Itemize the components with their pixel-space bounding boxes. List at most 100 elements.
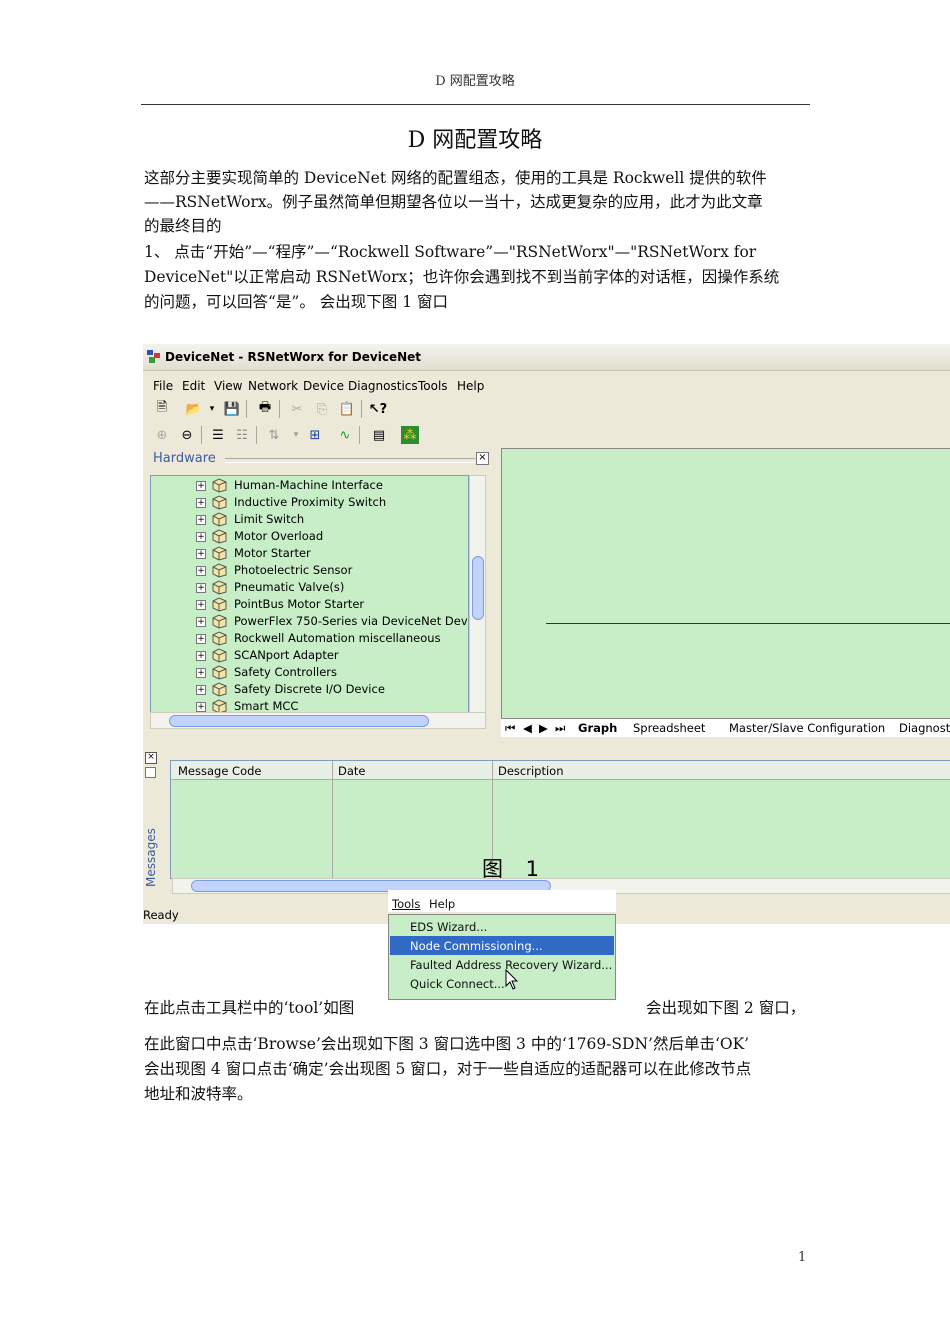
tree-item[interactable]: + Photoelectric Sensor	[196, 562, 468, 579]
save-icon[interactable]: 💾	[223, 400, 241, 418]
zoom-out-icon[interactable]: ⊖	[178, 426, 196, 444]
menu-tools[interactable]: Tools	[392, 897, 420, 911]
menu-bar: File Edit View Network Device Diagnostic…	[143, 374, 950, 396]
expand-icon[interactable]: +	[196, 702, 206, 712]
column-message-code[interactable]: Message Code	[178, 764, 262, 778]
tree-item[interactable]: + Human-Machine Interface	[196, 477, 468, 494]
properties-icon[interactable]: ▤	[370, 426, 388, 444]
device-category-icon	[212, 665, 227, 680]
expand-icon[interactable]: +	[196, 617, 206, 627]
expand-icon[interactable]: +	[196, 600, 206, 610]
header-rule	[141, 104, 810, 105]
device-category-icon	[212, 580, 227, 595]
column-description[interactable]: Description	[498, 764, 564, 778]
tab-master-slave[interactable]: Master/Slave Configuration	[729, 721, 885, 735]
last-page-icon[interactable]: ⏭	[555, 721, 565, 736]
tree-item[interactable]: + Limit Switch	[196, 511, 468, 528]
menu-edit[interactable]: Edit	[182, 379, 205, 393]
menu-help[interactable]: Help	[429, 897, 455, 911]
upload-download-icon[interactable]: ⇅	[265, 426, 283, 444]
tree-item[interactable]: + Rockwell Automation miscellaneous	[196, 630, 468, 647]
intro-line-1: 这部分主要实现简单的 DeviceNet 网络的配置组态，使用的工具是 Rock…	[144, 169, 767, 187]
first-page-icon[interactable]: ⏮	[505, 721, 515, 736]
step1-line-2: DeviceNet"以正常启动 RSNetWorx；也许你会遇到找不到当前字体的…	[144, 268, 780, 286]
tab-diagnostics[interactable]: Diagnosti	[899, 721, 950, 735]
tree-vertical-scrollbar[interactable]	[469, 475, 486, 714]
device-category-icon	[212, 495, 227, 510]
chevron-down-icon[interactable]: ▾	[287, 426, 305, 444]
tree-item[interactable]: + PowerFlex 750-Series via DeviceNet Devi…	[196, 613, 468, 630]
tree-item[interactable]: + Motor Overload	[196, 528, 468, 545]
copy-icon[interactable]: ⎘	[313, 400, 331, 418]
menu-file[interactable]: File	[153, 379, 173, 393]
browse-line-2: 会出现图 4 窗口点击‘确定’会出现图 5 窗口，对于一些自适应的适配器可以在此…	[144, 1060, 752, 1078]
tree-horizontal-scrollbar[interactable]	[150, 712, 486, 729]
restore-icon[interactable]	[145, 767, 156, 778]
hardware-panel: Hardware × + Human-Machine Interface + Indu…	[147, 448, 492, 734]
menu-item-node-commissioning[interactable]: Node Commissioning...	[390, 936, 614, 955]
tree-item[interactable]: + Safety Discrete I/O Device	[196, 681, 468, 698]
expand-icon[interactable]: +	[196, 668, 206, 678]
menu-item-eds-wizard[interactable]: EDS Wizard...	[390, 917, 614, 936]
expand-icon[interactable]: +	[196, 481, 206, 491]
expand-icon[interactable]: +	[196, 515, 206, 525]
window-title: DeviceNet - RSNetWorx for DeviceNet	[165, 350, 421, 364]
menu-diagnostics[interactable]: Diagnostics	[348, 379, 418, 393]
scroll-thumb[interactable]	[169, 715, 429, 727]
tree-item[interactable]: + Safety Controllers	[196, 664, 468, 681]
online-pulse-icon[interactable]: ∿	[336, 426, 354, 444]
close-icon[interactable]: ×	[145, 752, 157, 764]
device-category-icon	[212, 614, 227, 629]
tree-item[interactable]: + PointBus Motor Starter	[196, 596, 468, 613]
tab-graph[interactable]: Graph	[578, 721, 617, 735]
scroll-thumb[interactable]	[472, 556, 484, 620]
menu-item-faulted-address-recovery[interactable]: Faulted Address Recovery Wizard...	[390, 955, 614, 974]
expand-icon[interactable]: +	[196, 566, 206, 576]
messages-table[interactable]: Message Code Date Description 图 1	[170, 760, 950, 881]
tree-item[interactable]: + Motor Starter	[196, 545, 468, 562]
expand-icon[interactable]: +	[196, 634, 206, 644]
toolbar-divider	[201, 426, 202, 444]
print-icon[interactable]: 🖶	[256, 400, 274, 418]
tree-item[interactable]: + SCANport Adapter	[196, 647, 468, 664]
tree-item[interactable]: + Inductive Proximity Switch	[196, 494, 468, 511]
menu-device[interactable]: Device	[303, 379, 344, 393]
menu-network[interactable]: Network	[248, 379, 298, 393]
graph-view[interactable]	[501, 448, 950, 736]
expand-icon[interactable]: +	[196, 549, 206, 559]
zoom-in-icon[interactable]: ⊕	[153, 426, 171, 444]
messages-panel: × Messages Message Code Date Description…	[143, 744, 950, 894]
next-page-icon[interactable]: ▶	[539, 721, 548, 735]
column-date[interactable]: Date	[338, 764, 366, 778]
tree-expand-icon[interactable]: ☷	[233, 426, 251, 444]
expand-icon[interactable]: +	[196, 583, 206, 593]
expand-icon[interactable]: +	[196, 532, 206, 542]
panel-grip	[225, 458, 475, 463]
chevron-down-icon[interactable]: ▾	[203, 400, 221, 418]
prev-page-icon[interactable]: ◀	[523, 721, 532, 735]
network-tree-icon[interactable]: ⊞	[306, 426, 324, 444]
tree-view-icon[interactable]: ☰	[209, 426, 227, 444]
cut-icon[interactable]: ✂	[288, 400, 306, 418]
menu-view[interactable]: View	[214, 379, 242, 393]
edit-network-icon[interactable]: ⁂	[401, 426, 419, 444]
tree-item-label: Human-Machine Interface	[234, 478, 383, 492]
toolbar-divider	[256, 426, 257, 444]
menu-item-quick-connect[interactable]: Quick Connect...	[390, 974, 614, 993]
expand-icon[interactable]: +	[196, 651, 206, 661]
tree-item[interactable]: + Pneumatic Valve(s)	[196, 579, 468, 596]
whats-this-help-icon[interactable]: ↖?	[369, 400, 387, 418]
menu-tools[interactable]: Tools	[418, 379, 448, 393]
menu-help[interactable]: Help	[457, 379, 484, 393]
close-icon[interactable]: ×	[476, 452, 489, 465]
messages-sidebar: × Messages	[144, 752, 158, 892]
window-titlebar: DeviceNet - RSNetWorx for DeviceNet	[143, 344, 950, 371]
expand-icon[interactable]: +	[196, 498, 206, 508]
paste-icon[interactable]: 📋	[338, 400, 356, 418]
new-file-icon[interactable]: 🗎	[153, 400, 171, 418]
open-folder-icon[interactable]: 📂	[185, 400, 203, 418]
device-category-icon	[212, 563, 227, 578]
expand-icon[interactable]: +	[196, 685, 206, 695]
tab-spreadsheet[interactable]: Spreadsheet	[633, 721, 705, 735]
device-category-icon	[212, 597, 227, 612]
